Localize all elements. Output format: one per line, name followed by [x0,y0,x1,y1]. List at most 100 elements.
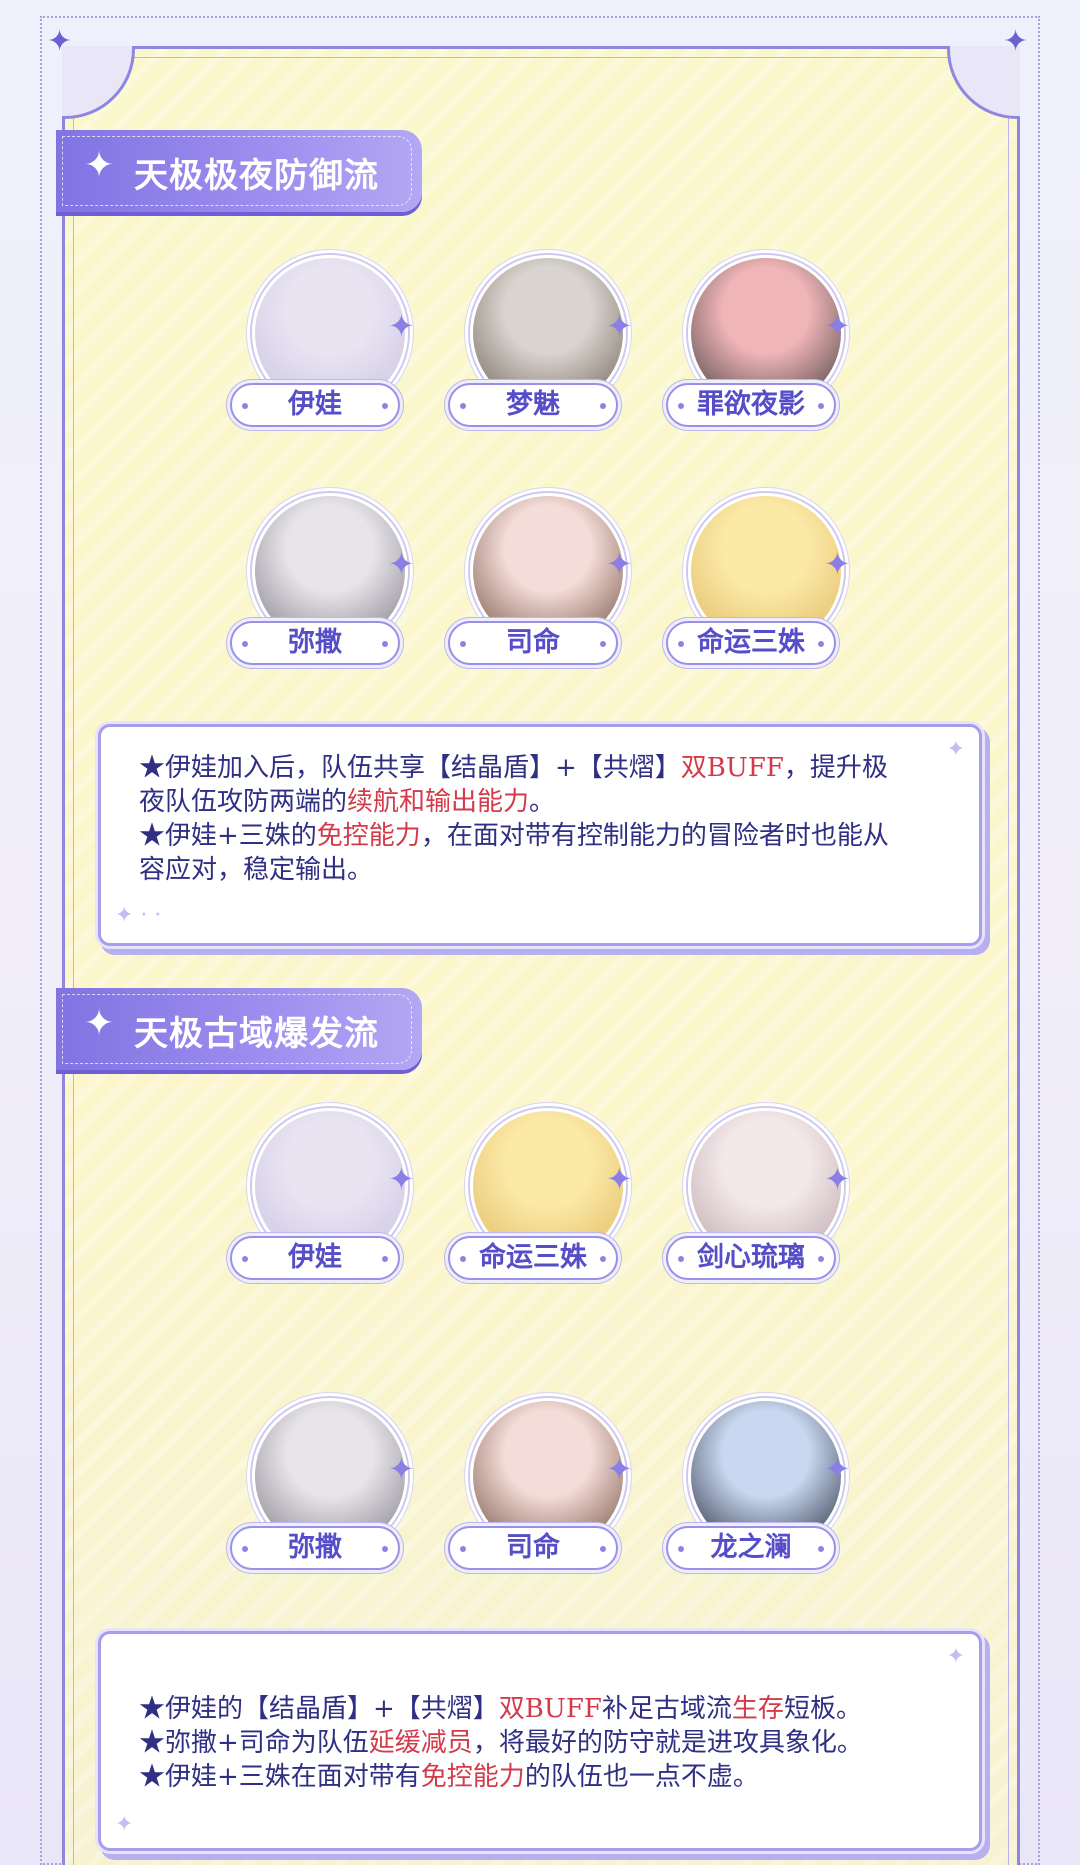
description-line: ★伊娃+三姝在面对带有免控能力的队伍也一点不虚。 [139,1760,939,1794]
character-name-text: 伊娃 [288,1242,342,1273]
dot-decoration [242,403,248,409]
dot-decoration [382,1256,388,1262]
strategy-description: ✦ ✦ · · ★伊娃加入后，队伍共享【结晶盾】+【共熠】双BUFF，提升极 夜队… [98,724,982,946]
sparkle-icon: ✦ [84,1003,115,1044]
character-card[interactable]: ✦ 弥撒 [230,493,420,693]
sparkle-icon: ✦ [824,1450,851,1488]
dot-decoration [818,641,824,647]
highlight-text: 免控能力 [420,1762,525,1792]
character-name: 伊娃 [230,383,400,427]
dot-decoration [818,403,824,409]
sparkle-icon: ✦ [115,1812,134,1837]
character-card[interactable]: ✦ 司命 [448,1398,638,1598]
character-name: 龙之澜 [666,1526,836,1570]
character-card[interactable]: ✦ 伊娃 [230,255,420,455]
dot-decoration [600,641,606,647]
dot-decoration [460,1256,466,1262]
description-text: ，提升极 [783,753,888,783]
character-name-text: 弥撒 [288,1532,342,1563]
dot-decoration [818,1256,824,1262]
sparkle-icon: ✦ [388,307,415,345]
sparkle-icon: ✦ [388,545,415,583]
dot-decoration [242,1546,248,1552]
highlight-text: 双BUFF [680,753,784,783]
sparkle-icon: ✦ [388,1450,415,1488]
dot-decoration [678,1256,684,1262]
description-text: ，在面对带有控制能力的冒险者时也能从 [420,821,889,851]
character-name-text: 命运三姝 [479,1242,587,1273]
character-card[interactable]: ✦ 剑心琉璃 [666,1108,856,1308]
sparkle-icon: ✦ [606,1450,633,1488]
description-line: 容应对，稳定输出。 [139,853,939,887]
sparkle-icon: ✦ [946,1644,965,1669]
description-line: 夜队伍攻防两端的续航和输出能力。 [139,785,939,819]
character-name-text: 梦魅 [506,389,560,420]
dot-decoration [460,1546,466,1552]
character-name: 司命 [448,621,618,665]
character-name: 命运三姝 [448,1236,618,1280]
description-line: ★弥撒+司命为队伍延缓减员，将最好的防守就是进攻具象化。 [139,1726,939,1760]
description-text: 。 [529,787,556,817]
highlight-text: 延缓减员 [368,1728,473,1758]
character-card[interactable]: ✦ 龙之澜 [666,1398,856,1598]
sparkle-icon: ✦ [47,24,73,59]
dot-decoration [678,641,684,647]
description-text: ★伊娃+三姝的 [139,821,317,851]
dot-decoration [678,403,684,409]
dot-decoration [460,641,466,647]
description-text: ★伊娃+三姝在面对带有 [139,1762,421,1792]
dot-decoration [460,403,466,409]
dot-decoration [382,403,388,409]
sparkle-icon: ✦ [824,307,851,345]
dot-decoration [818,1546,824,1552]
highlight-text: 双BUFF [498,1694,602,1724]
highlight-text: 续航和输出能力 [347,787,530,817]
dot-decoration [242,641,248,647]
sparkle-icon: ✦ [824,545,851,583]
sparkle-icon: ✦ [1003,24,1029,59]
character-name-text: 罪欲夜影 [697,389,805,420]
character-card[interactable]: ✦ 梦魅 [448,255,638,455]
section-title: 天极极夜防御流 [134,156,379,196]
section-title: 天极古域爆发流 [134,1014,379,1054]
section-header: ✦ 天极极夜防御流 [56,130,422,212]
description-line: ★伊娃的【结晶盾】+【共熠】双BUFF补足古域流生存短板。 [139,1692,939,1726]
description-text: 的队伍也一点不虚。 [524,1762,759,1792]
description-line: ★伊娃加入后，队伍共享【结晶盾】+【共熠】双BUFF，提升极 [139,751,939,785]
character-card[interactable]: ✦ 弥撒 [230,1398,420,1598]
dot-decoration [382,1546,388,1552]
description-text: 夜队伍攻防两端的 [139,787,348,817]
section-header: ✦ 天极古域爆发流 [56,988,422,1070]
highlight-text: 生存 [731,1694,784,1724]
character-name: 弥撒 [230,621,400,665]
character-card[interactable]: ✦ 伊娃 [230,1108,420,1308]
character-name-text: 剑心琉璃 [697,1242,805,1273]
character-card[interactable]: ✦ 命运三姝 [448,1108,638,1308]
character-card[interactable]: ✦ 命运三姝 [666,493,856,693]
sparkle-icon: ✦ [606,307,633,345]
description-text: ★伊娃加入后，队伍共享【结晶盾】+【共熠】 [139,753,681,783]
description-line: ★伊娃+三姝的免控能力，在面对带有控制能力的冒险者时也能从 [139,819,939,853]
character-card[interactable]: ✦ 罪欲夜影 [666,255,856,455]
dot-decoration [242,1256,248,1262]
character-name-text: 弥撒 [288,627,342,658]
dot-decoration [382,641,388,647]
sparkle-icon: ✦ [946,737,965,762]
character-name: 司命 [448,1526,618,1570]
character-name: 命运三姝 [666,621,836,665]
character-name-text: 司命 [506,627,560,658]
character-card[interactable]: ✦ 司命 [448,493,638,693]
sparkle-icon: ✦ [84,145,115,186]
sparkle-icon: ✦ [388,1160,415,1198]
character-name-text: 龙之澜 [710,1532,792,1563]
sparkle-icon: ✦ [606,545,633,583]
description-text: ★伊娃的【结晶盾】+【共熠】 [139,1694,499,1724]
description-text: 短板。 [783,1694,862,1724]
character-name-text: 伊娃 [288,389,342,420]
description-text: ★弥撒+司命为队伍 [139,1728,369,1758]
sparkle-icon: ✦ · · [115,903,162,928]
highlight-text: 免控能力 [316,821,421,851]
dot-decoration [600,403,606,409]
description-text: ，将最好的防守就是进攻具象化。 [472,1728,863,1758]
description-text: 容应对，稳定输出。 [139,855,374,885]
